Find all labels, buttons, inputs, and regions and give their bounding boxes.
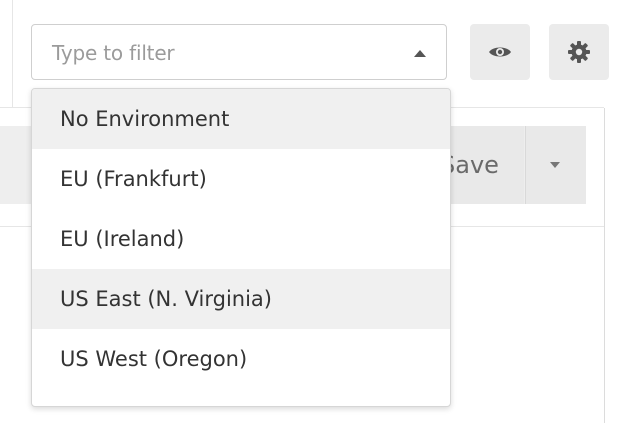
option-no-environment[interactable]: No Environment	[32, 89, 450, 149]
eye-icon	[489, 47, 511, 57]
environment-dropdown: No Environment EU (Frankfurt) EU (Irelan…	[31, 88, 451, 407]
option-eu-ireland[interactable]: EU (Ireland)	[32, 209, 450, 269]
option-us-east-n-virginia[interactable]: US East (N. Virginia)	[32, 269, 450, 329]
left-panel-edge	[0, 0, 13, 108]
caret-down-icon	[550, 162, 560, 168]
option-eu-frankfurt[interactable]: EU (Frankfurt)	[32, 149, 450, 209]
view-environment-button[interactable]	[470, 24, 530, 80]
gear-icon	[568, 41, 590, 63]
right-panel	[604, 108, 624, 423]
save-options-button[interactable]	[525, 126, 586, 204]
settings-button[interactable]	[549, 24, 609, 80]
environment-filter-input[interactable]: Type to filter	[31, 24, 447, 80]
filter-placeholder: Type to filter	[52, 41, 175, 65]
option-us-west-oregon[interactable]: US West (Oregon)	[32, 329, 450, 389]
caret-up-icon[interactable]	[414, 50, 426, 57]
